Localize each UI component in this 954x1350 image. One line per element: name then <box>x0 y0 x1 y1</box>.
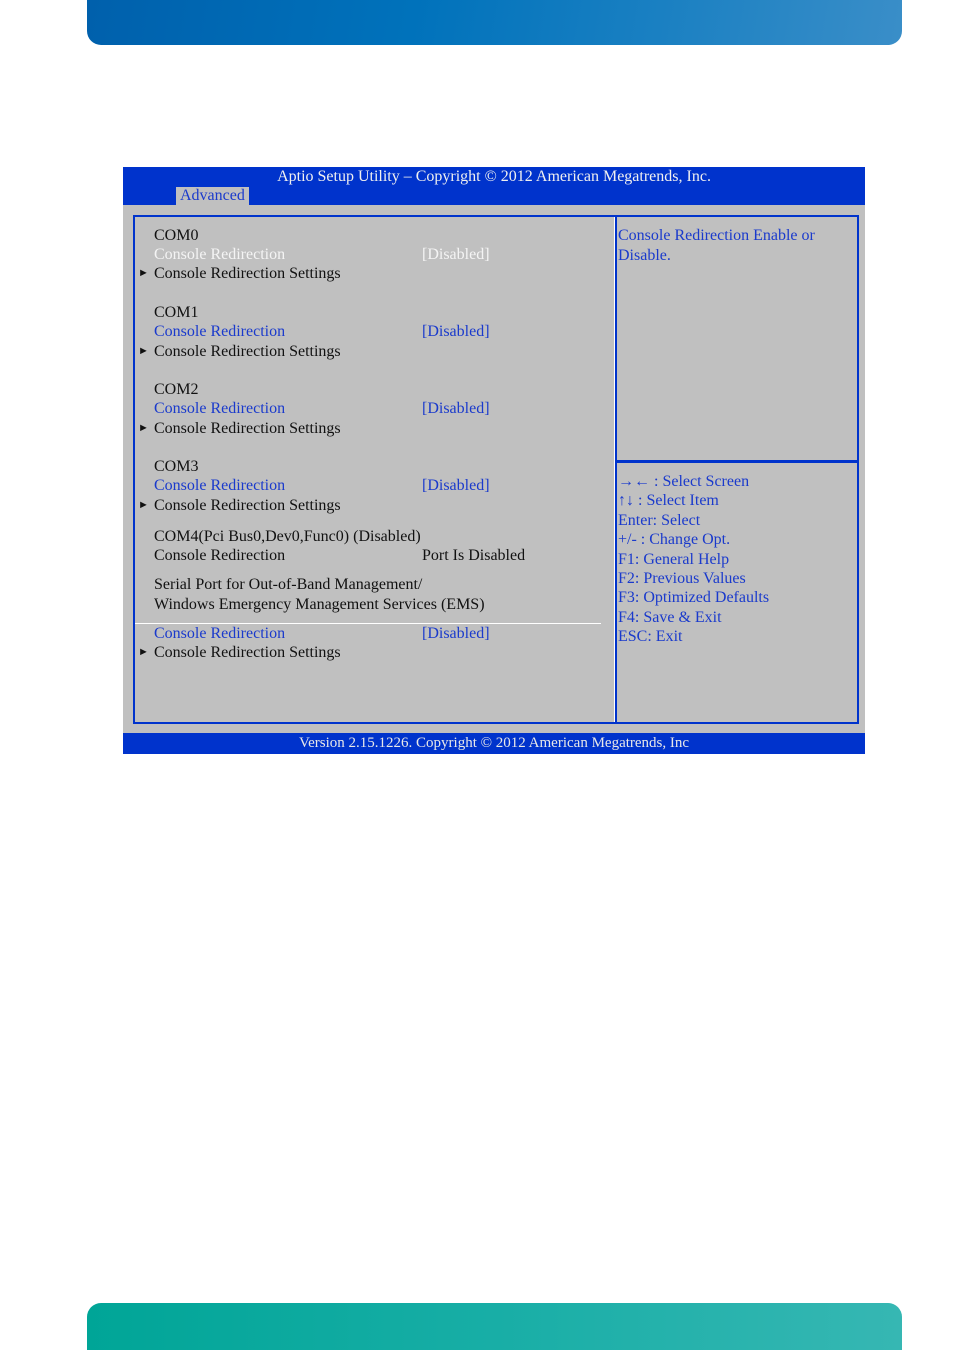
submenu-arrow-icon: ► <box>138 422 149 434</box>
com3-redirection-value[interactable]: [Disabled] <box>422 476 490 495</box>
help-divider <box>617 460 857 463</box>
com4-redirection-label: Console Redirection <box>154 547 286 564</box>
bios-title: Aptio Setup Utility – Copyright © 2012 A… <box>277 168 711 185</box>
key-general-help: F1: General Help <box>618 550 730 568</box>
ems-heading-text-2: Windows Emergency Management Services (E… <box>154 596 485 613</box>
com4-redirection-value: Port Is Disabled <box>422 547 526 564</box>
ems-redirection-value[interactable]: [Disabled] <box>422 624 490 643</box>
item-help-text: Console Redirection Enable or Disable. <box>618 227 815 264</box>
key-save-exit: F4: Save & Exit <box>618 608 722 626</box>
ems-heading-text-1: Serial Port for Out-of-Band Management/ <box>154 576 423 593</box>
com2-title: COM2 <box>154 381 199 398</box>
com2-redirection-value[interactable]: [Disabled] <box>422 399 490 418</box>
com2-settings-label: Console Redirection Settings <box>154 420 341 437</box>
bios-frame: COM0 Console Redirection [Disabled] ► Co… <box>133 215 859 724</box>
pane-divider <box>615 217 617 722</box>
com1-title: COM1 <box>154 304 199 321</box>
ems-redirection-label: Console Redirection <box>154 625 286 642</box>
com2-redirection-label: Console Redirection <box>154 400 286 417</box>
key-legend: →← : Select Screen ↑↓ : Select Item Ente… <box>618 472 853 647</box>
com0-redirection-value[interactable]: [Disabled] <box>422 245 490 264</box>
bios-footer: Version 2.15.1226. Copyright © 2012 Amer… <box>123 733 865 754</box>
key-change-opt: +/- : Change Opt. <box>618 531 731 549</box>
submenu-arrow-icon: ► <box>138 267 149 279</box>
com1-settings-label: Console Redirection Settings <box>154 343 341 360</box>
submenu-arrow-icon: ► <box>138 499 149 511</box>
key-select-item: ↑↓ : Select Item <box>618 492 719 510</box>
key-select-screen: →← : Select Screen <box>618 473 750 490</box>
key-exit: ESC: Exit <box>618 628 683 646</box>
bottom-banner <box>87 1303 902 1350</box>
key-optimized-defaults: F3: Optimized Defaults <box>618 589 770 607</box>
com3-redirection-label: Console Redirection <box>154 477 286 494</box>
com1-redirection-value[interactable]: [Disabled] <box>422 322 490 341</box>
submenu-arrow-icon: ► <box>138 345 149 357</box>
bios-header: Aptio Setup Utility – Copyright © 2012 A… <box>123 167 865 205</box>
submenu-arrow-icon: ► <box>138 646 149 658</box>
key-enter-select: Enter: Select <box>618 511 701 529</box>
com0-title: COM0 <box>154 227 199 244</box>
com3-settings-label: Console Redirection Settings <box>154 497 341 514</box>
com0-redirection-label: Console Redirection <box>154 246 286 263</box>
com1-redirection-label: Console Redirection <box>154 323 286 340</box>
bios-screen: Aptio Setup Utility – Copyright © 2012 A… <box>123 167 865 754</box>
tab-advanced[interactable]: Advanced <box>176 187 249 205</box>
com3-title: COM3 <box>154 458 199 475</box>
top-banner <box>87 0 902 45</box>
settings-pane: COM0 Console Redirection [Disabled] ► Co… <box>135 217 615 722</box>
com4-title: COM4(Pci Bus0,Dev0,Func0) (Disabled) <box>154 528 421 545</box>
ems-settings-label: Console Redirection Settings <box>154 644 341 661</box>
key-previous-values: F2: Previous Values <box>618 569 746 587</box>
com0-settings-label: Console Redirection Settings <box>154 265 341 282</box>
